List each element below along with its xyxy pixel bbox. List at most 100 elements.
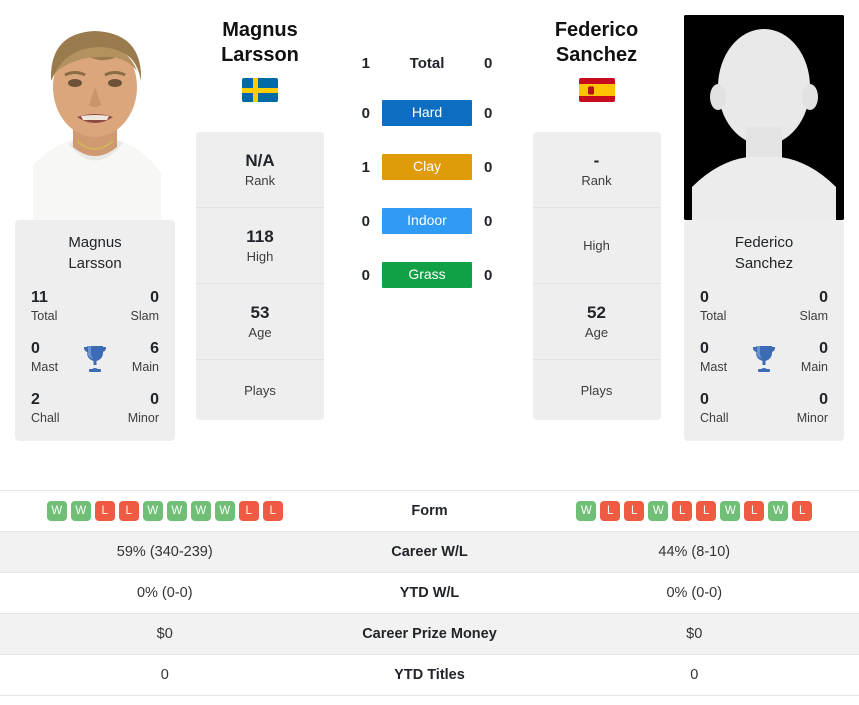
left-form-strip: WWLLWWWWLL — [0, 501, 330, 521]
form-badge-win[interactable]: W — [142, 501, 163, 521]
left-titles-total: 11 Total — [23, 288, 95, 325]
left-player-stats-box: N/A Rank 118 High 53 Age Plays — [196, 132, 324, 420]
form-badge-loss[interactable]: L — [600, 501, 621, 521]
player-comparison-page: Magnus Larsson 11 Total 0 Slam 0 Mast 6 … — [0, 0, 859, 705]
surface-badge-clay[interactable]: Clay — [382, 154, 472, 180]
row-label-form: Form — [411, 503, 448, 519]
left-titles-grid: 11 Total 0 Slam 0 Mast 6 Main 2 Chall 0 … — [23, 288, 167, 427]
placeholder-silhouette-icon — [684, 15, 844, 220]
surface-badge-grass[interactable]: Grass — [382, 262, 472, 288]
trophy-icon — [751, 344, 777, 372]
h2h-total-left: 1 — [361, 55, 370, 72]
right-titles-slam-label: Slam — [799, 309, 828, 323]
form-badge-loss[interactable]: L — [118, 501, 139, 521]
left-career-prize-money: $0 — [156, 626, 173, 642]
h2h-clay-left: 1 — [361, 158, 370, 176]
form-badge-win[interactable]: W — [648, 501, 669, 521]
comparison-header: Magnus Larsson 11 Total 0 Slam 0 Mast 6 … — [0, 0, 859, 490]
row-label-ytd-wl: YTD W/L — [399, 585, 460, 601]
left-stat-plays: Plays — [196, 360, 324, 420]
flag-sweden-icon — [242, 78, 278, 102]
player-photo-image — [15, 15, 175, 220]
form-badge-win[interactable]: W — [70, 501, 91, 521]
form-badge-loss[interactable]: L — [94, 501, 115, 521]
form-badge-loss[interactable]: L — [624, 501, 645, 521]
right-titles-slam: 0 Slam — [764, 288, 836, 325]
right-player-name: Federico Sanchez — [524, 18, 669, 68]
left-rank-label: Rank — [244, 172, 276, 188]
left-titles-total-value: 11 — [31, 289, 48, 306]
form-badge-win[interactable]: W — [46, 501, 67, 521]
right-stat-rank: - Rank — [532, 132, 661, 208]
h2h-row-hard: 0 Hard 0 — [330, 100, 524, 126]
table-row-ytd-wl: 0% (0-0) YTD W/L 0% (0-0) — [0, 573, 859, 614]
form-badge-win[interactable]: W — [214, 501, 235, 521]
form-badge-loss[interactable]: L — [238, 501, 259, 521]
form-badge-loss[interactable]: L — [744, 501, 765, 521]
table-row-career-prize-money: $0 Career Prize Money $0 — [0, 614, 859, 655]
left-age-value: 53 — [250, 302, 270, 322]
form-badge-win[interactable]: W — [720, 501, 741, 521]
form-badge-loss[interactable]: L — [792, 501, 813, 521]
right-name-first: Federico — [554, 19, 639, 41]
left-player-photo — [15, 15, 175, 220]
left-ytd-wl: 0% (0-0) — [136, 585, 193, 601]
table-row-ytd-titles: 0 YTD Titles 0 — [0, 655, 859, 696]
h2h-total-label: Total — [409, 55, 445, 72]
left-titles-chall-label: Chall — [31, 411, 60, 425]
right-titles-chall-value: 0 — [700, 391, 709, 408]
comparison-table: WWLLWWWWLL Form WLLWLLWLWL 59% (340-239)… — [0, 490, 859, 696]
form-badge-win[interactable]: W — [768, 501, 789, 521]
form-badge-win[interactable]: W — [166, 501, 187, 521]
surface-badge-indoor[interactable]: Indoor — [382, 208, 472, 234]
right-rank-label: Rank — [581, 172, 612, 188]
left-player-info-column: Magnus Larsson N/A Rank 118 High 53 Age … — [190, 0, 330, 420]
form-badge-loss[interactable]: L — [672, 501, 693, 521]
row-label-career-prize-money: Career Prize Money — [362, 626, 497, 642]
right-player-title-card: Federico Sanchez 0 Total 0 Slam 0 Mast 0… — [684, 220, 844, 441]
left-card-last-name: Larsson — [68, 255, 122, 272]
left-player-title-card: Magnus Larsson 11 Total 0 Slam 0 Mast 6 … — [15, 220, 175, 441]
form-badge-loss[interactable]: L — [262, 501, 283, 521]
right-player-info-column: Federico Sanchez - Rank High 52 Age Play… — [524, 0, 669, 420]
left-name-last: Larsson — [221, 44, 299, 66]
left-stat-high: 118 High — [196, 208, 324, 284]
surface-badge-hard[interactable]: Hard — [382, 100, 472, 126]
h2h-row-clay: 1 Clay 0 — [330, 154, 524, 180]
form-badge-loss[interactable]: L — [696, 501, 717, 521]
right-player-photo — [684, 15, 844, 220]
right-age-label: Age — [584, 324, 609, 340]
h2h-row-indoor: 0 Indoor 0 — [330, 208, 524, 234]
left-career-wl: 59% (340-239) — [116, 544, 213, 560]
left-player-column: Magnus Larsson 11 Total 0 Slam 0 Mast 6 … — [0, 0, 190, 441]
h2h-grass-left: 0 — [361, 266, 370, 284]
left-high-value: 118 — [246, 226, 274, 246]
left-card-first-name: Magnus — [68, 234, 122, 251]
left-high-label: High — [246, 248, 274, 264]
right-career-wl: 44% (8-10) — [658, 544, 731, 560]
h2h-total-right: 0 — [484, 55, 493, 72]
right-card-last-name: Sanchez — [734, 255, 794, 272]
form-badge-win[interactable]: W — [576, 501, 597, 521]
left-titles-slam: 0 Slam — [95, 288, 167, 325]
right-plays-label: Plays — [580, 382, 613, 398]
right-player-stats-box: - Rank High 52 Age Plays — [532, 132, 661, 420]
left-titles-chall-value: 2 — [31, 391, 40, 408]
left-titles-slam-label: Slam — [130, 309, 159, 323]
right-stat-high: High — [532, 208, 661, 284]
left-stat-rank: N/A Rank — [196, 132, 324, 208]
left-titles-minor-label: Minor — [127, 411, 159, 425]
h2h-hard-left: 0 — [361, 104, 370, 122]
right-titles-grid: 0 Total 0 Slam 0 Mast 0 Main 0 Chall 0 M… — [692, 288, 836, 427]
right-stat-plays: Plays — [533, 360, 661, 420]
flag-spain-icon — [578, 78, 615, 102]
h2h-row-grass: 0 Grass 0 — [330, 262, 524, 288]
left-rank-value: N/A — [245, 150, 275, 170]
right-titles-total-label: Total — [700, 309, 727, 323]
table-row-career-wl: 59% (340-239) Career W/L 44% (8-10) — [0, 532, 859, 573]
left-titles-chall: 2 Chall — [23, 390, 95, 427]
h2h-row-total: 1 Total 0 — [330, 55, 524, 72]
right-career-prize-money: $0 — [686, 626, 703, 642]
form-badge-win[interactable]: W — [190, 501, 211, 521]
row-label-ytd-titles: YTD Titles — [394, 667, 465, 683]
